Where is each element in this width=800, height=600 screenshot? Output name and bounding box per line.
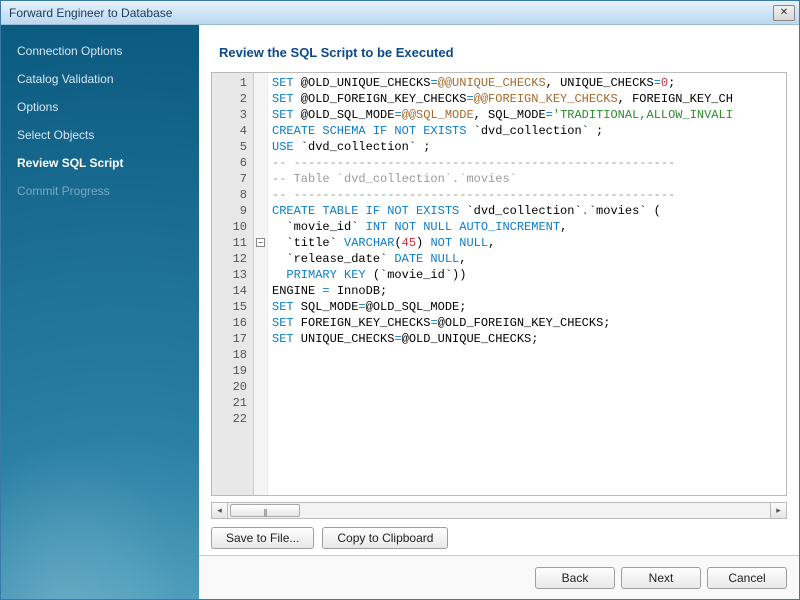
code-line[interactable]: SET UNIQUE_CHECKS=@OLD_UNIQUE_CHECKS; (272, 331, 782, 347)
sidebar-item-commit-progress: Commit Progress (1, 177, 199, 205)
line-number: 8 (230, 187, 247, 203)
fold-toggle-icon[interactable]: − (256, 238, 265, 247)
code-line[interactable]: SET @OLD_SQL_MODE=@@SQL_MODE, SQL_MODE='… (272, 107, 782, 123)
cancel-button[interactable]: Cancel (707, 567, 787, 589)
code-area[interactable]: SET @OLD_UNIQUE_CHECKS=@@UNIQUE_CHECKS, … (268, 73, 786, 495)
line-number-gutter: 12345678910111213141516171819202122 (212, 73, 254, 495)
action-row: Save to File... Copy to Clipboard (211, 527, 787, 549)
line-number: 12 (230, 251, 247, 267)
code-line[interactable]: `movie_id` INT NOT NULL AUTO_INCREMENT, (272, 219, 782, 235)
scrollbar-thumb[interactable]: ||| (230, 504, 300, 517)
body: Connection Options Catalog Validation Op… (1, 25, 799, 599)
fold-column[interactable]: − (254, 73, 268, 495)
wizard-sidebar: Connection Options Catalog Validation Op… (1, 25, 199, 599)
line-number: 11 (230, 235, 247, 251)
sidebar-item-connection-options[interactable]: Connection Options (1, 37, 199, 65)
code-line[interactable]: SET FOREIGN_KEY_CHECKS=@OLD_FOREIGN_KEY_… (272, 315, 782, 331)
titlebar: Forward Engineer to Database ✕ (1, 1, 799, 25)
line-number: 19 (230, 363, 247, 379)
code-line[interactable]: `release_date` DATE NULL, (272, 251, 782, 267)
sidebar-item-select-objects[interactable]: Select Objects (1, 121, 199, 149)
next-button[interactable]: Next (621, 567, 701, 589)
close-icon[interactable]: ✕ (773, 5, 795, 21)
line-number: 2 (230, 91, 247, 107)
line-number: 1 (230, 75, 247, 91)
code-line[interactable]: -- -------------------------------------… (272, 155, 782, 171)
line-number: 4 (230, 123, 247, 139)
line-number: 17 (230, 331, 247, 347)
line-number: 5 (230, 139, 247, 155)
code-line[interactable]: USE `dvd_collection` ; (272, 139, 782, 155)
scroll-right-icon[interactable]: ▸ (770, 503, 786, 518)
line-number: 15 (230, 299, 247, 315)
code-line[interactable]: CREATE SCHEMA IF NOT EXISTS `dvd_collect… (272, 123, 782, 139)
line-number: 21 (230, 395, 247, 411)
code-line[interactable]: CREATE TABLE IF NOT EXISTS `dvd_collecti… (272, 203, 782, 219)
copy-to-clipboard-button[interactable]: Copy to Clipboard (322, 527, 448, 549)
line-number: 18 (230, 347, 247, 363)
window-title: Forward Engineer to Database (9, 6, 773, 20)
sidebar-item-catalog-validation[interactable]: Catalog Validation (1, 65, 199, 93)
line-number: 10 (230, 219, 247, 235)
line-number: 22 (230, 411, 247, 427)
code-line[interactable]: -- Table `dvd_collection`.`movies` (272, 171, 782, 187)
horizontal-scrollbar[interactable]: ◂ ||| ▸ (211, 502, 787, 519)
code-line[interactable]: SET @OLD_UNIQUE_CHECKS=@@UNIQUE_CHECKS, … (272, 75, 782, 91)
code-line[interactable]: SET @OLD_FOREIGN_KEY_CHECKS=@@FOREIGN_KE… (272, 91, 782, 107)
line-number: 6 (230, 155, 247, 171)
page-title: Review the SQL Script to be Executed (199, 25, 799, 72)
code-line[interactable]: -- -------------------------------------… (272, 187, 782, 203)
line-number: 20 (230, 379, 247, 395)
line-number: 3 (230, 107, 247, 123)
line-number: 7 (230, 171, 247, 187)
save-to-file-button[interactable]: Save to File... (211, 527, 314, 549)
scrollbar-grip-icon: ||| (263, 508, 266, 517)
code-line[interactable]: PRIMARY KEY (`movie_id`)) (272, 267, 782, 283)
sidebar-item-options[interactable]: Options (1, 93, 199, 121)
code-line[interactable]: `title` VARCHAR(45) NOT NULL, (272, 235, 782, 251)
line-number: 14 (230, 283, 247, 299)
main-panel: Review the SQL Script to be Executed 123… (199, 25, 799, 599)
scroll-left-icon[interactable]: ◂ (212, 503, 228, 518)
footer: Back Next Cancel (199, 555, 799, 599)
back-button[interactable]: Back (535, 567, 615, 589)
line-number: 13 (230, 267, 247, 283)
code-line[interactable]: SET SQL_MODE=@OLD_SQL_MODE; (272, 299, 782, 315)
line-number: 16 (230, 315, 247, 331)
line-number: 9 (230, 203, 247, 219)
sidebar-item-review-sql-script[interactable]: Review SQL Script (1, 149, 199, 177)
sql-editor[interactable]: 12345678910111213141516171819202122 − SE… (211, 72, 787, 496)
code-line[interactable]: ENGINE = InnoDB; (272, 283, 782, 299)
